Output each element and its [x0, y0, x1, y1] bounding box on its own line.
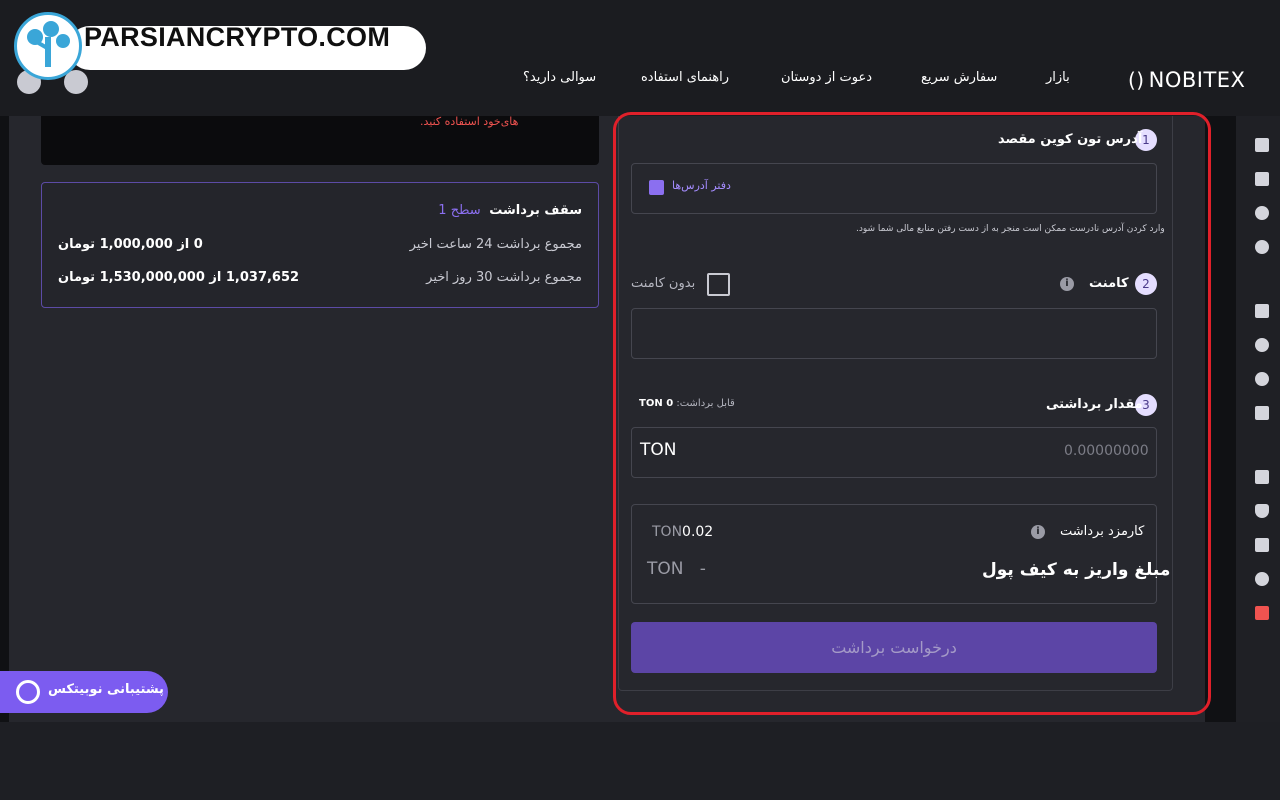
- notice-text: های‌خود استفاده کنید.: [420, 115, 519, 128]
- dashboard-icon[interactable]: [1255, 138, 1269, 152]
- withdraw-icon[interactable]: [1255, 240, 1269, 254]
- referral-icon[interactable]: [1255, 572, 1269, 586]
- limit-24h-label: مجموع برداشت 24 ساعت اخیر: [409, 237, 582, 252]
- limit-24h-value: 0 از 1,000,000 تومان: [58, 237, 203, 252]
- nav-quick-order[interactable]: سفارش سریع: [921, 70, 997, 92]
- calendar-icon[interactable]: [1255, 406, 1269, 420]
- highlight-outline: [613, 112, 1211, 715]
- watermark: PARSIANCRYPTO.COM: [14, 12, 426, 86]
- deposit-icon[interactable]: [1255, 206, 1269, 220]
- history-icon[interactable]: [1255, 338, 1269, 352]
- limits-title-text: سقف برداشت: [489, 203, 582, 218]
- nav-faq[interactable]: سوالی دارید؟: [523, 70, 596, 92]
- nav-invite-friends[interactable]: دعوت از دوستان: [781, 70, 872, 92]
- logout-icon[interactable]: [1255, 606, 1269, 620]
- limits-level: سطح 1: [438, 203, 481, 218]
- logo-text: NOBITEX: [1148, 68, 1246, 92]
- wallet-icon[interactable]: [1255, 172, 1269, 186]
- nav-market[interactable]: بازار: [1046, 70, 1070, 92]
- reports-icon[interactable]: [1255, 304, 1269, 318]
- security-icon[interactable]: [1255, 504, 1269, 518]
- withdraw-limits-card: سقف برداشت سطح 1 مجموع برداشت 24 ساعت اخ…: [41, 182, 599, 308]
- limit-30d-label: مجموع برداشت 30 روز اخیر: [426, 270, 582, 285]
- network-icon[interactable]: [1255, 372, 1269, 386]
- left-edge: [0, 116, 9, 722]
- headset-icon: [16, 680, 40, 704]
- tree-icon: [27, 21, 70, 67]
- watermark-text: PARSIANCRYPTO.COM: [84, 22, 391, 52]
- nav-guide[interactable]: راهنمای استفاده: [641, 70, 729, 92]
- limits-title: سقف برداشت سطح 1: [438, 203, 582, 218]
- watermark-logo: [14, 12, 82, 80]
- limit-30d-value: 1,037,652 از 1,530,000,000 تومان: [58, 270, 300, 285]
- logo-mark-icon: (): [1128, 68, 1145, 92]
- support-label: پشتیبانی نوبیتکس: [48, 682, 164, 697]
- footer-area: [0, 722, 1280, 800]
- messages-icon[interactable]: [1255, 538, 1269, 552]
- nobitex-logo[interactable]: () NOBITEX: [1128, 68, 1245, 92]
- account-icon[interactable]: [1255, 470, 1269, 484]
